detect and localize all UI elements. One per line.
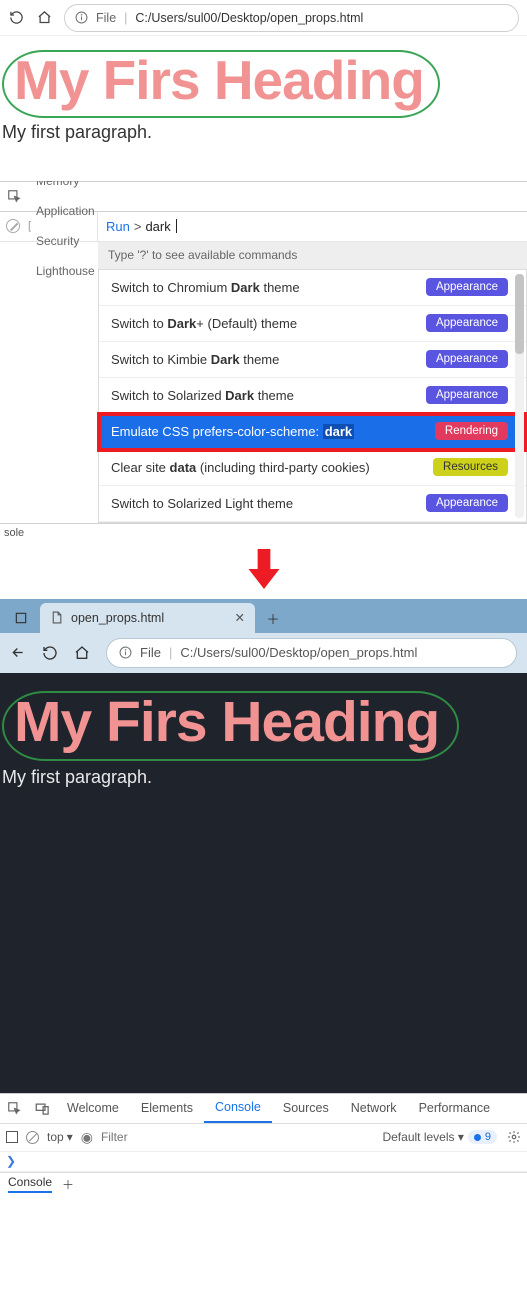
- command-item-2[interactable]: Switch to Kimbie Dark themeAppearance: [99, 342, 526, 378]
- nav-toolbar-dark: File | C:/Users/sul00/Desktop/open_props…: [0, 633, 527, 673]
- file-icon: [50, 611, 63, 624]
- command-input[interactable]: Run >dark: [98, 212, 527, 241]
- devtools2-tab-performance[interactable]: Performance: [408, 1093, 502, 1123]
- drawer-tabs: Console ＋: [0, 1172, 527, 1196]
- page-heading: My Firs Heading: [14, 52, 424, 110]
- url-path-2: C:/Users/sul00/Desktop/open_props.html: [180, 645, 417, 660]
- run-label: Run: [106, 219, 130, 234]
- refresh-button[interactable]: [8, 10, 24, 26]
- text-caret: [176, 219, 177, 233]
- console-settings-icon[interactable]: [507, 1130, 521, 1144]
- drawer-tab-console[interactable]: Console: [8, 1175, 52, 1193]
- drawer-strip-1: sole: [0, 523, 527, 543]
- command-hint: Type '?' to see available commands: [98, 242, 527, 270]
- devtools2-tab-elements[interactable]: Elements: [130, 1093, 204, 1123]
- devtools2-tabs: WelcomeElementsConsoleSourcesNetworkPerf…: [0, 1094, 527, 1124]
- home-button[interactable]: [36, 10, 52, 26]
- nav-toolbar-light: File | C:/Users/sul00/Desktop/open_props…: [0, 0, 527, 36]
- tab-title: open_props.html: [71, 611, 164, 625]
- address-bar-2[interactable]: File | C:/Users/sul00/Desktop/open_props…: [106, 638, 517, 668]
- command-item-5[interactable]: Clear site data (including third-party c…: [99, 450, 526, 486]
- command-item-6[interactable]: Switch to Solarized Light themeAppearanc…: [99, 486, 526, 522]
- page-paragraph: My first paragraph.: [2, 122, 525, 143]
- tab-actions-button[interactable]: [6, 603, 36, 633]
- command-badge: Appearance: [426, 350, 508, 368]
- page-content-light: My Firs Heading My first paragraph.: [0, 36, 527, 181]
- device-toggle-icon[interactable]: [28, 1102, 56, 1115]
- inspect-icon-2[interactable]: [0, 1101, 28, 1115]
- devtools2-tab-welcome[interactable]: Welcome: [56, 1093, 130, 1123]
- command-badge: Appearance: [426, 386, 508, 404]
- command-item-4[interactable]: Emulate CSS prefers-color-scheme: darkRe…: [99, 414, 526, 450]
- console-toolbar: top▾ ◉ Default levels ▾ 9: [0, 1124, 527, 1152]
- log-levels-select[interactable]: Default levels ▾: [382, 1130, 463, 1144]
- info-icon: [119, 646, 132, 659]
- url-path: C:/Users/sul00/Desktop/open_props.html: [135, 11, 363, 25]
- sidebar-toggle-icon[interactable]: [6, 1131, 18, 1143]
- url-scheme: File: [96, 11, 116, 25]
- url-scheme-2: File: [140, 645, 161, 660]
- refresh-button-2[interactable]: [42, 645, 58, 661]
- heading-outline-dark: My Firs Heading: [2, 691, 459, 761]
- clear-console-icon[interactable]: [6, 219, 20, 233]
- devtools2-tab-sources[interactable]: Sources: [272, 1093, 340, 1123]
- home-button-2[interactable]: [74, 645, 90, 661]
- console-toolbar-left: [: [0, 212, 98, 241]
- heading-outline: My Firs Heading: [2, 50, 440, 118]
- close-tab-icon[interactable]: ✕: [235, 610, 245, 625]
- back-button[interactable]: [10, 645, 26, 661]
- command-badge: Appearance: [426, 278, 508, 296]
- filter-input[interactable]: [101, 1130, 211, 1144]
- command-badge: Appearance: [426, 494, 508, 512]
- inspect-icon[interactable]: [4, 189, 24, 203]
- issues-badge[interactable]: 9: [468, 1130, 497, 1144]
- command-item-1[interactable]: Switch to Dark+ (Default) themeAppearanc…: [99, 306, 526, 342]
- page-paragraph-dark: My first paragraph.: [2, 767, 525, 788]
- live-expression-icon[interactable]: ◉: [81, 1129, 93, 1146]
- dropdown-scrollbar[interactable]: [515, 274, 524, 518]
- window-tabstrip: open_props.html ✕ ＋: [0, 599, 527, 633]
- command-badge: Resources: [433, 458, 508, 476]
- devtools-tabs: ConsolePerformanceMemoryApplicationSecur…: [0, 182, 527, 212]
- command-item-3[interactable]: Switch to Solarized Dark themeAppearance: [99, 378, 526, 414]
- devtools2-tab-network[interactable]: Network: [340, 1093, 408, 1123]
- context-select[interactable]: top▾: [47, 1130, 73, 1144]
- devtools2-tab-console[interactable]: Console: [204, 1093, 272, 1123]
- context-dropdown-stub[interactable]: [: [28, 220, 31, 232]
- command-item-0[interactable]: Switch to Chromium Dark themeAppearance: [99, 270, 526, 306]
- page-content-dark: My Firs Heading My first paragraph.: [0, 673, 527, 1093]
- drawer-add-tab[interactable]: ＋: [62, 1176, 74, 1193]
- address-bar[interactable]: File | C:/Users/sul00/Desktop/open_props…: [64, 4, 519, 32]
- command-dropdown: Switch to Chromium Dark themeAppearanceS…: [98, 270, 527, 523]
- command-badge: Appearance: [426, 314, 508, 332]
- info-icon: [75, 11, 88, 24]
- command-badge: Rendering: [435, 422, 508, 440]
- console-prompt[interactable]: ❯: [0, 1152, 527, 1172]
- new-tab-button[interactable]: ＋: [259, 605, 287, 633]
- browser-tab[interactable]: open_props.html ✕: [40, 603, 255, 633]
- annotation-arrow-down: [247, 549, 281, 589]
- clear-console-icon-2[interactable]: [26, 1131, 39, 1144]
- page-heading-dark: My Firs Heading: [14, 693, 439, 753]
